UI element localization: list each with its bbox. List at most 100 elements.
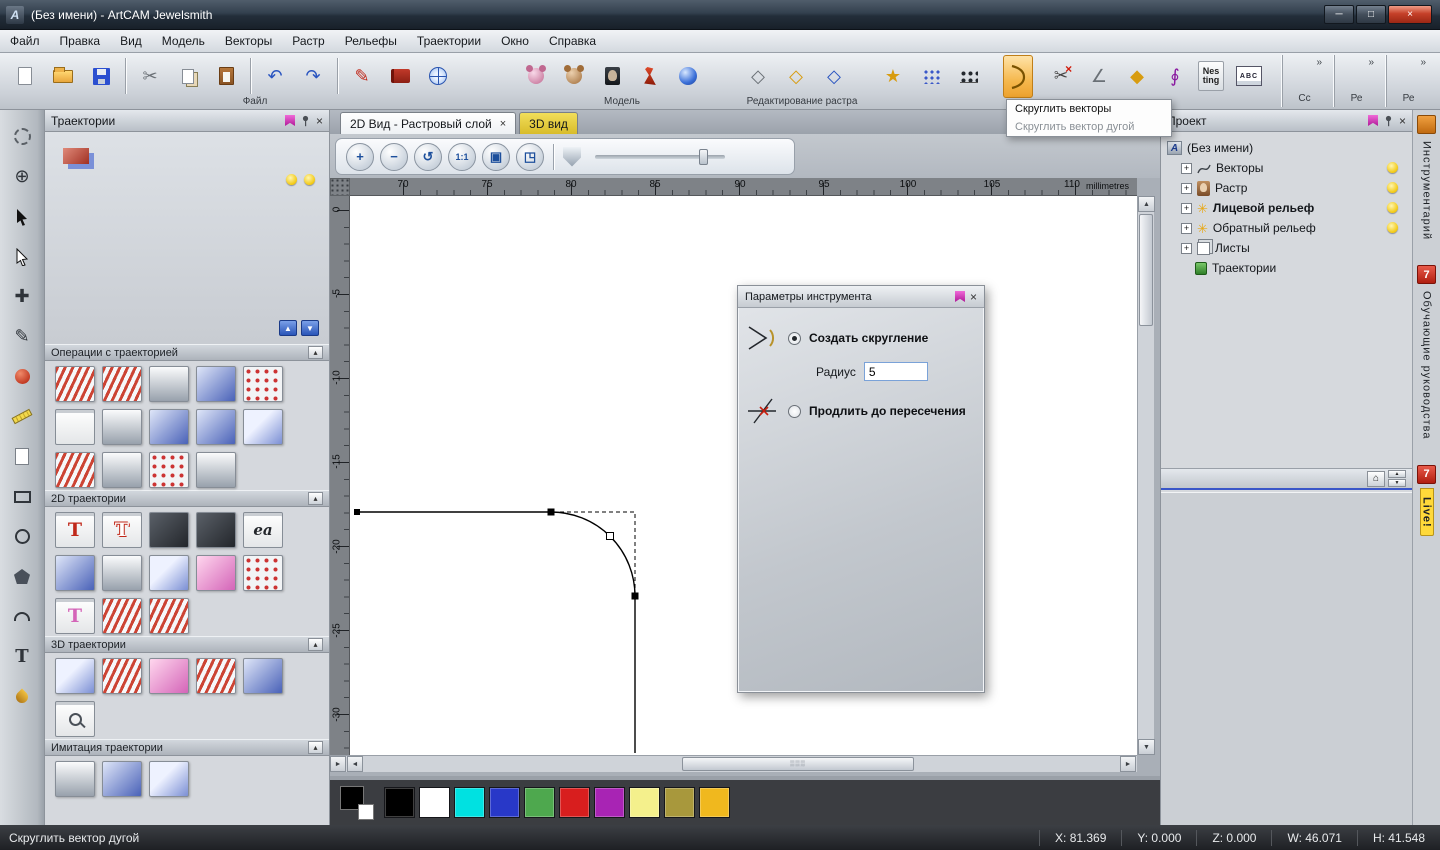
toolpath-tool-icon[interactable]	[102, 658, 142, 694]
color-swatch[interactable]	[594, 787, 625, 818]
toolpath-tool-icon[interactable]	[149, 555, 189, 591]
visibility-bulb-icon[interactable]	[1387, 182, 1398, 193]
collapse-section-button[interactable]	[308, 638, 323, 651]
visibility-bulb-icon[interactable]	[1387, 202, 1398, 213]
overflow-chevron-icon[interactable]	[1316, 57, 1322, 68]
shield-icon[interactable]	[563, 146, 581, 167]
toolpath-preview-icon[interactable]	[55, 701, 95, 737]
toolpath-visibility-bulb-icon[interactable]	[304, 174, 315, 185]
fillet-end-handle[interactable]	[631, 592, 639, 600]
horizontal-scroll-thumb[interactable]: ▒▒▒	[682, 757, 914, 771]
toolpath-tool-icon[interactable]	[102, 366, 142, 402]
color-swatch[interactable]	[454, 787, 485, 818]
pin-icon[interactable]	[1383, 115, 1394, 127]
panel-close-icon[interactable]	[316, 115, 323, 127]
collapse-section-button[interactable]	[308, 492, 323, 505]
color-swatch[interactable]	[629, 787, 660, 818]
model-portrait-icon[interactable]	[597, 58, 627, 94]
reference-book-icon[interactable]	[385, 58, 415, 94]
create-fillet-radio[interactable]	[788, 331, 801, 345]
zoom-fit-button[interactable]	[516, 142, 544, 171]
overflow-chevron-icon[interactable]	[1368, 57, 1374, 68]
measure-ruler-icon[interactable]	[5, 400, 39, 433]
polygon-tool-icon[interactable]	[5, 560, 39, 593]
pan-button[interactable]	[330, 756, 346, 772]
scroll-left-icon[interactable]	[347, 756, 363, 772]
toolpath-tool-icon[interactable]	[243, 555, 283, 591]
toolpath-tool-icon[interactable]	[196, 555, 236, 591]
zoom-out-button[interactable]	[380, 142, 408, 171]
toolpath-tool-icon[interactable]: T	[55, 598, 95, 634]
menu-toolpaths[interactable]: Траектории	[407, 30, 491, 52]
tree-row-sheets[interactable]: Листы	[1161, 238, 1412, 258]
tab-live[interactable]: Live!	[1419, 487, 1434, 537]
dialog-close-icon[interactable]	[970, 291, 977, 303]
globe-icon[interactable]	[5, 160, 39, 193]
engrave-toolpath-icon[interactable]: ea	[243, 512, 283, 548]
scroll-down-icon[interactable]	[1138, 739, 1155, 755]
toolpath-tool-icon[interactable]	[243, 658, 283, 694]
toolpath-tool-icon[interactable]	[55, 409, 95, 445]
menu-view[interactable]: Вид	[110, 30, 152, 52]
simulation-tool-icon[interactable]	[55, 761, 95, 797]
annotate-icon[interactable]	[347, 58, 377, 94]
panel-flag-icon[interactable]	[284, 115, 295, 126]
close-button[interactable]	[1388, 5, 1432, 24]
undo-icon[interactable]	[260, 58, 290, 94]
maximize-button[interactable]	[1356, 5, 1386, 24]
tree-row-model[interactable]: (Без имени)	[1161, 138, 1412, 158]
redo-icon[interactable]	[298, 58, 328, 94]
toolpath-tool-icon[interactable]	[55, 452, 95, 488]
move-up-button[interactable]	[279, 320, 297, 336]
marquee-circle-icon[interactable]	[5, 120, 39, 153]
toolpath-tool-icon[interactable]	[196, 366, 236, 402]
scroll-up-icon[interactable]	[1138, 196, 1155, 212]
original-corner-path[interactable]	[357, 511, 636, 753]
visibility-bulb-icon[interactable]	[1387, 162, 1398, 173]
radius-input[interactable]	[863, 362, 928, 381]
horizontal-scrollbar[interactable]: ▒▒▒	[330, 755, 1137, 772]
menu-model[interactable]: Модель	[152, 30, 215, 52]
panel-close-icon[interactable]	[1399, 115, 1406, 127]
collapse-section-button[interactable]	[308, 741, 323, 754]
tab-3d-view[interactable]: 3D вид	[519, 112, 578, 134]
simulation-tool-icon[interactable]	[102, 761, 142, 797]
fillet-start-handle[interactable]	[547, 508, 555, 516]
tree-row-vectors[interactable]: Векторы	[1161, 158, 1412, 178]
arc-tool-icon[interactable]	[5, 600, 39, 633]
start-node-handle[interactable]	[354, 509, 360, 515]
sheet-icon[interactable]	[5, 440, 39, 473]
expand-icon[interactable]	[1181, 242, 1192, 254]
toolpath-tool-icon[interactable]	[196, 452, 236, 488]
fillet-tool-button[interactable]	[1003, 55, 1033, 98]
select-arrow-icon[interactable]	[5, 200, 39, 233]
cut-icon[interactable]	[135, 58, 165, 94]
area-clear-toolpath-icon[interactable]: T	[102, 512, 142, 548]
overflow-chevron-icon[interactable]	[1420, 57, 1426, 68]
secondary-color[interactable]	[358, 803, 374, 820]
vertical-scrollbar[interactable]	[1137, 196, 1155, 755]
color-swatch[interactable]	[419, 787, 450, 818]
toolpath-tool-icon[interactable]	[102, 409, 142, 445]
toolpath-tool-icon[interactable]	[149, 512, 189, 548]
toolpath-tool-icon[interactable]	[102, 555, 142, 591]
toolpath-tool-icon[interactable]	[55, 366, 95, 402]
menu-item-fillet-arc[interactable]: Скруглить вектор дугой	[1007, 118, 1171, 136]
measure-angle-icon[interactable]	[1084, 58, 1114, 94]
menu-reliefs[interactable]: Рельефы	[335, 30, 407, 52]
color-swatch[interactable]	[699, 787, 730, 818]
color-swatch[interactable]	[384, 787, 415, 818]
toolpath-tool-icon[interactable]	[196, 409, 236, 445]
tab-tutorials[interactable]: Обучающие руководства	[1421, 287, 1433, 444]
scroll-right-icon[interactable]	[1120, 756, 1136, 772]
toolpath-tool-icon[interactable]	[149, 452, 189, 488]
draw-brush-icon[interactable]	[5, 320, 39, 353]
vector-star-icon[interactable]	[878, 58, 908, 94]
toolpath-tool-icon[interactable]	[102, 452, 142, 488]
move-down-button[interactable]	[301, 320, 319, 336]
menu-item-fillet-vectors[interactable]: Скруглить векторы	[1007, 100, 1171, 118]
zoom-1to1-button[interactable]: 1:1	[448, 142, 476, 171]
zoom-to-selection-button[interactable]	[482, 142, 510, 171]
visibility-bulb-icon[interactable]	[1387, 222, 1398, 233]
home-button[interactable]	[1367, 470, 1385, 487]
